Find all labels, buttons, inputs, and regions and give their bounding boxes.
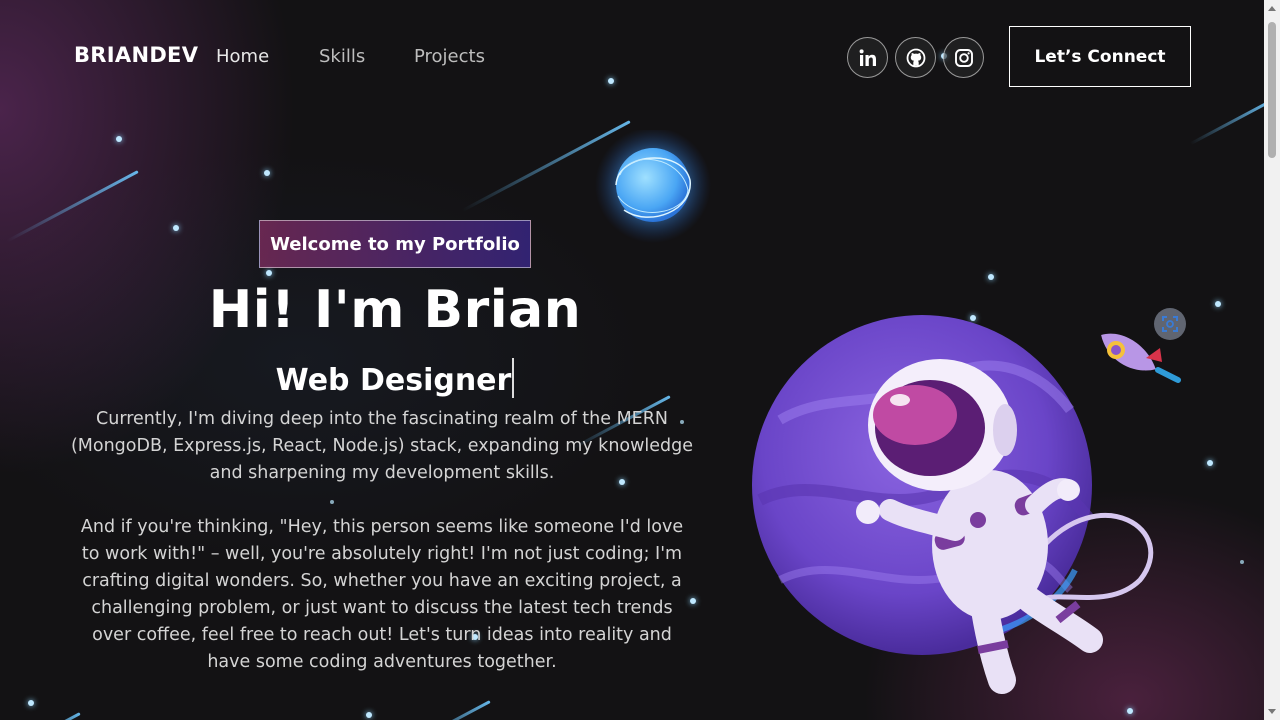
instagram-icon [954,48,973,67]
welcome-tagline: Welcome to my Portfolio [259,220,531,268]
typing-cursor [512,358,515,398]
star [366,712,372,718]
star [1127,708,1133,714]
page-scrollbar[interactable] [1264,0,1280,720]
star [1215,301,1221,307]
star [1240,560,1244,564]
hero-title: Hi! I'm Brian [208,280,582,340]
star [116,136,122,142]
nav-link-home[interactable]: Home [216,46,269,67]
shooting-star [409,700,491,720]
github-button[interactable] [895,37,936,78]
star [266,270,272,276]
scroll-up-arrow-icon[interactable] [1268,6,1276,11]
hero-role: Web Designer [0,358,790,398]
scroll-down-arrow-icon[interactable] [1268,709,1276,714]
instagram-button[interactable] [943,37,984,78]
star [988,274,994,280]
star [264,170,270,176]
top-navbar: BRIANDEV Home Skills Projects Let’s Conn… [0,0,1264,112]
typed-role-text: Web Designer [275,363,512,398]
github-icon [906,48,925,67]
scrollbar-thumb[interactable] [1268,22,1276,158]
shooting-star [26,712,81,720]
nav-link-skills[interactable]: Skills [319,46,365,67]
star [173,225,179,231]
lets-connect-button[interactable]: Let’s Connect [1009,26,1191,87]
site-logo[interactable]: BRIANDEV [74,43,198,67]
star [1207,460,1213,466]
scan-icon[interactable] [1154,308,1186,340]
collaboration-paragraph: And if you're thinking, "Hey, this perso… [80,517,684,672]
shooting-star [6,170,139,243]
linkedin-button[interactable] [847,37,888,78]
glowing-moon-illustration [595,130,711,243]
intro-paragraph: Currently, I'm diving deep into the fasc… [70,409,694,483]
linkedin-icon [859,48,876,66]
star [28,700,34,706]
star [330,500,334,504]
nav-link-projects[interactable]: Projects [414,46,485,67]
